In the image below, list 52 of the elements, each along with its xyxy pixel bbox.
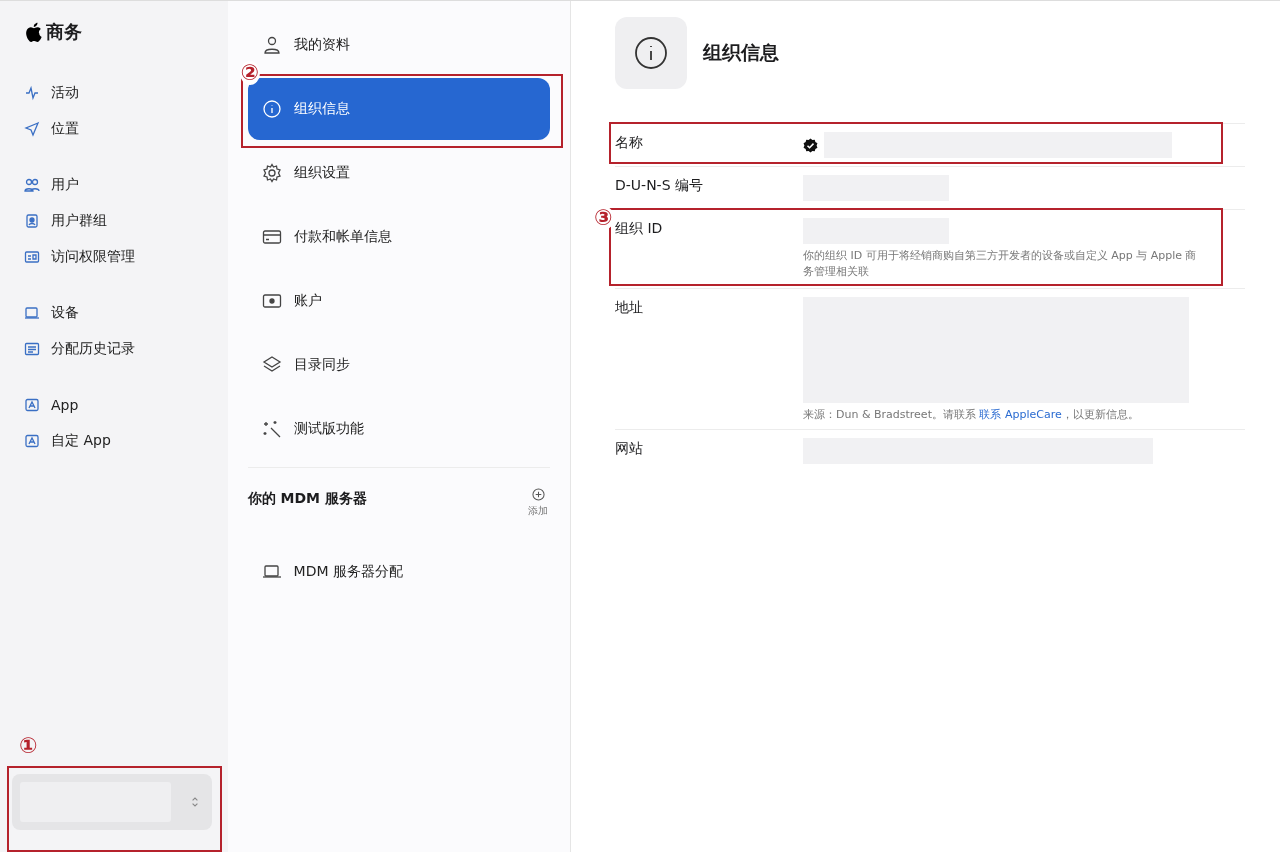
- field-note: 你的组织 ID 可用于将经销商购自第三方开发者的设备或自定义 App 与 Apple 商务管理相关联: [803, 248, 1198, 280]
- person-icon: [261, 35, 282, 55]
- annotation-number: ①: [18, 734, 39, 758]
- field-label: 地址: [615, 297, 644, 317]
- add-button[interactable]: 添加: [528, 488, 548, 518]
- users-icon: [24, 177, 40, 193]
- list-icon: [24, 341, 40, 357]
- apple-logo-icon: [24, 21, 42, 43]
- card-icon: [261, 227, 282, 247]
- page-title: 组织信息: [703, 40, 779, 65]
- settings-nav-item[interactable]: 账户: [247, 286, 550, 316]
- field-note: 来源：Dun & Bradstreet。请联系 联系 AppleCare，以更新信息。: [803, 406, 1140, 423]
- field-label: D-U-N-S 编号: [615, 176, 704, 195]
- sidebar-item[interactable]: 分配历史记录: [24, 337, 228, 361]
- verified-badge-icon: [803, 137, 818, 153]
- settings-nav-item[interactable]: 我的资料: [247, 30, 550, 60]
- settings-nav-item[interactable]: 组织设置: [247, 158, 550, 188]
- settings-nav-item[interactable]: 测试版功能: [247, 414, 550, 444]
- location-icon: [24, 121, 40, 137]
- sidebar-item[interactable]: 用户: [24, 173, 228, 197]
- brand-name: 商务: [46, 20, 82, 44]
- field-label: 组织 ID: [615, 219, 664, 238]
- info-icon: [634, 36, 668, 70]
- sidebar-item[interactable]: 自定 App: [24, 429, 228, 453]
- sidebar-item[interactable]: 活动: [24, 81, 228, 105]
- sidebar-item[interactable]: 设备: [24, 301, 228, 325]
- section-title: 你的 MDM 服务器: [247, 489, 367, 508]
- app-icon: [24, 397, 40, 413]
- sidebar-item[interactable]: App: [24, 393, 228, 417]
- organization-switcher[interactable]: [12, 774, 212, 830]
- account-icon: [261, 291, 282, 311]
- applecare-link[interactable]: 联系 AppleCare: [979, 407, 1062, 421]
- activity-icon: [24, 85, 40, 101]
- sidebar-item[interactable]: 位置: [24, 117, 228, 141]
- app-icon: [24, 433, 40, 449]
- sparkle-icon: [261, 419, 282, 439]
- field-label: 名称: [615, 133, 644, 152]
- idcard-icon: [24, 249, 40, 265]
- gear-icon: [261, 163, 282, 183]
- settings-nav-item[interactable]: 目录同步: [247, 350, 550, 380]
- sidebar-item[interactable]: 用户群组: [24, 209, 228, 233]
- settings-nav-item[interactable]: 付款和帐单信息: [247, 222, 550, 252]
- up-down-chevron-icon: [190, 796, 199, 808]
- sidebar-item[interactable]: 访问权限管理: [24, 245, 228, 269]
- device-icon: [24, 305, 40, 321]
- settings-nav-item[interactable]: MDM 服务器分配: [247, 540, 550, 604]
- add-icon: [531, 488, 545, 501]
- group-icon: [24, 213, 40, 229]
- field-label: 网站: [615, 438, 644, 458]
- annotation-number: ②: [239, 61, 261, 85]
- info-icon: [261, 99, 282, 119]
- annotation-number: ③: [593, 206, 614, 230]
